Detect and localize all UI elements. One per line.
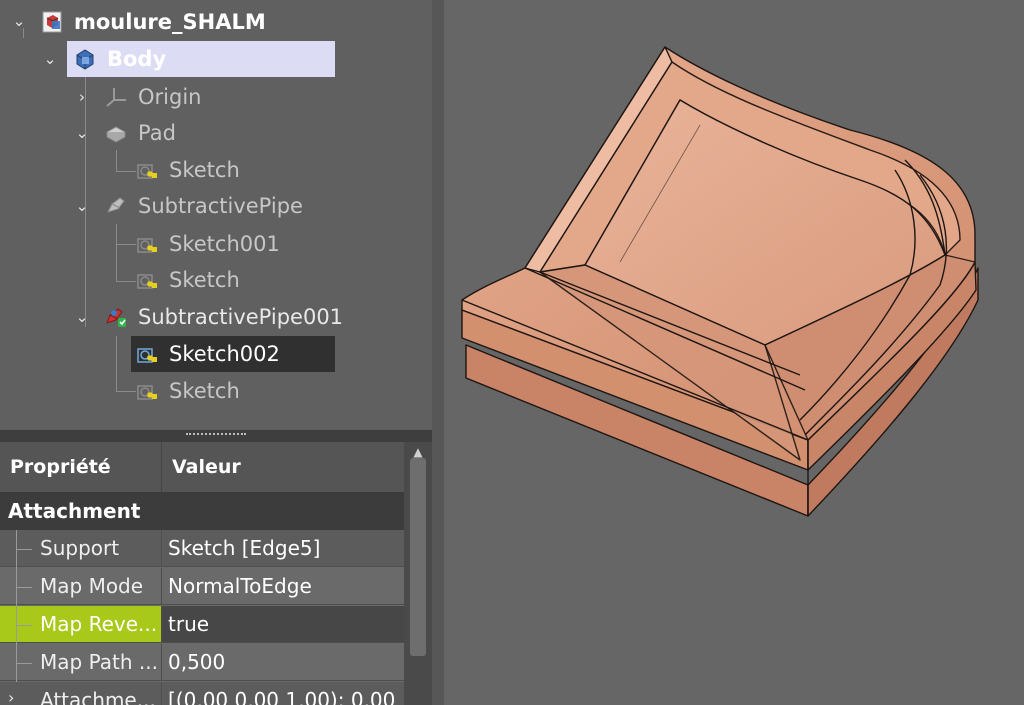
- property-key: Map Mode: [40, 574, 144, 598]
- tree-item-document[interactable]: moulure_SHALM: [40, 4, 272, 40]
- property-row-map-path-parameter[interactable]: Map Path ... 0,500: [0, 644, 404, 682]
- expander-origin[interactable]: ›: [75, 88, 89, 106]
- viewport-divider[interactable]: [432, 0, 444, 705]
- tree-item-sketch001[interactable]: Sketch001: [135, 226, 286, 262]
- expand-arrow-icon[interactable]: ›: [8, 688, 14, 705]
- tree-item-label: Origin: [138, 85, 202, 109]
- tree-item-label: Pad: [138, 121, 176, 145]
- origin-icon: [104, 85, 128, 109]
- tree-item-label: Sketch001: [169, 232, 280, 256]
- tree-item-sketch[interactable]: Sketch: [135, 262, 246, 298]
- property-group-attachment[interactable]: Attachment: [0, 492, 404, 530]
- property-value[interactable]: [(0,00 0,00 1,00); 0,00: [162, 682, 404, 705]
- document-icon: [40, 10, 64, 34]
- sketch-icon: [135, 232, 159, 256]
- tree-item-subtractive-pipe[interactable]: SubtractivePipe: [104, 188, 309, 224]
- sketch-icon: [135, 268, 159, 292]
- splitter-grip-icon: [186, 433, 246, 438]
- subtractive-pipe-icon: [104, 194, 128, 218]
- freecad-window: ⌄ moulure_SHALM ⌄ Body › Origin ⌄ Pad Sk…: [0, 0, 1024, 705]
- expander-subtractive-pipe[interactable]: ⌄: [75, 197, 89, 215]
- property-key: Map Path ...: [40, 650, 158, 674]
- tree-item-sketch[interactable]: Sketch: [135, 152, 246, 188]
- panel-splitter[interactable]: [0, 430, 432, 442]
- property-value[interactable]: Sketch [Edge5]: [162, 530, 404, 567]
- tree-item-subtractive-pipe001[interactable]: SubtractivePipe001: [104, 299, 349, 335]
- molding-model[interactable]: [444, 0, 1024, 705]
- tree-item-label: Sketch: [169, 158, 240, 182]
- scroll-up-icon[interactable]: ▲: [410, 446, 426, 458]
- sketch-icon: [135, 379, 159, 403]
- tree-item-label: SubtractivePipe001: [138, 305, 344, 329]
- subtractive-pipe-active-icon: [104, 305, 128, 329]
- tree-item-sketch002[interactable]: Sketch002: [131, 336, 335, 372]
- tree-item-sketch[interactable]: Sketch: [135, 373, 246, 409]
- tree-item-label: Body: [103, 47, 173, 71]
- tree-item-body[interactable]: Body: [67, 41, 335, 77]
- tree-item-origin[interactable]: Origin: [104, 79, 207, 115]
- tree-item-pad[interactable]: Pad: [104, 115, 182, 151]
- body-icon: [73, 47, 97, 71]
- expander-pad[interactable]: ⌄: [75, 124, 89, 142]
- scrollbar-thumb[interactable]: [410, 458, 426, 656]
- property-header: Propriété Valeur: [0, 442, 404, 492]
- property-row-map-reversed[interactable]: Map Reve... true: [0, 606, 404, 644]
- property-row-attachment-offset[interactable]: › Attachme... [(0,00 0,00 1,00); 0,00: [0, 682, 404, 705]
- property-row-map-mode[interactable]: Map Mode NormalToEdge: [0, 568, 404, 606]
- tree-item-label: moulure_SHALM: [74, 10, 266, 34]
- property-key: Attachme...: [40, 688, 156, 705]
- property-row-support[interactable]: Support Sketch [Edge5]: [0, 530, 404, 568]
- expander-document[interactable]: ⌄: [12, 12, 26, 30]
- sketch-icon: [135, 342, 159, 366]
- expander-subtractive-pipe001[interactable]: ⌄: [75, 308, 89, 326]
- 3d-viewport[interactable]: [444, 0, 1024, 705]
- tree-item-label: SubtractivePipe: [138, 194, 303, 218]
- property-value[interactable]: NormalToEdge: [162, 568, 404, 605]
- property-key: Map Reve...: [40, 612, 158, 636]
- pad-icon: [104, 121, 128, 145]
- property-key: Support: [40, 536, 120, 560]
- property-editor: Propriété Valeur Attachment Support Sket…: [0, 442, 404, 705]
- column-header-property[interactable]: Propriété: [0, 442, 162, 492]
- property-scrollbar[interactable]: ▲: [404, 442, 432, 705]
- tree-item-label: Sketch002: [169, 342, 280, 366]
- column-header-value[interactable]: Valeur: [162, 442, 404, 492]
- property-value[interactable]: 0,500: [162, 644, 404, 681]
- property-value[interactable]: true: [162, 606, 404, 643]
- expander-body[interactable]: ⌄: [43, 50, 57, 68]
- tree-item-label: Sketch: [169, 379, 240, 403]
- model-tree[interactable]: ⌄ moulure_SHALM ⌄ Body › Origin ⌄ Pad Sk…: [0, 0, 432, 432]
- combo-view-panel: ⌄ moulure_SHALM ⌄ Body › Origin ⌄ Pad Sk…: [0, 0, 433, 705]
- sketch-icon: [135, 158, 159, 182]
- tree-item-label: Sketch: [169, 268, 240, 292]
